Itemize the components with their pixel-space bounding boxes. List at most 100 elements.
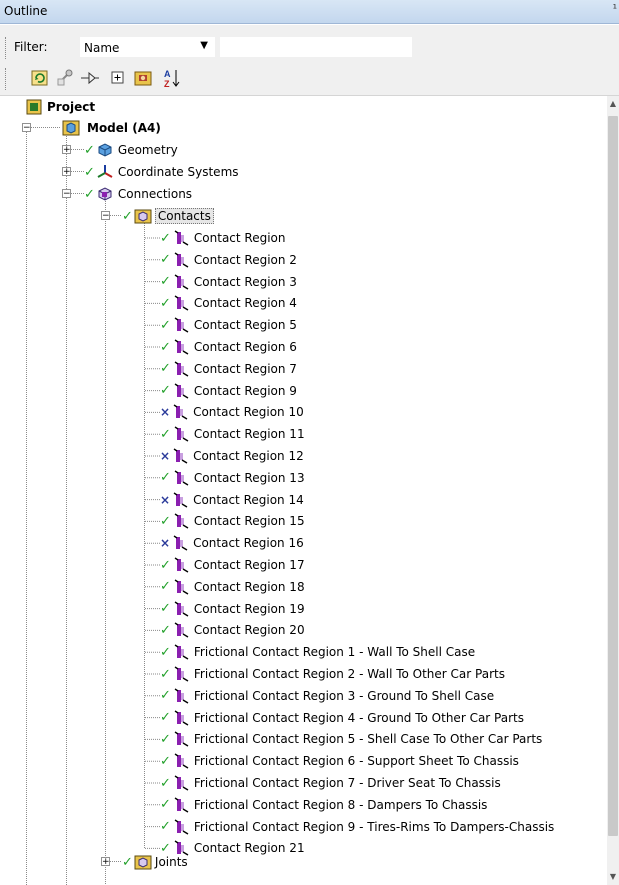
contact-region-item[interactable]: ✓ Contact Region 18 <box>160 576 305 598</box>
contact-region-item[interactable]: ✓ Contact Region <box>160 227 286 249</box>
contact-region-item[interactable]: ✓ Frictional Contact Region 7 - Driver Se… <box>160 772 501 794</box>
tree-node-project[interactable]: Project <box>26 96 95 118</box>
contact-region-icon <box>174 513 189 529</box>
suppressed-x-icon: × <box>160 492 171 507</box>
scroll-up-arrow-icon[interactable]: ▲ <box>607 96 619 112</box>
contact-region-item[interactable]: ✓ Frictional Contact Region 2 - Wall To O… <box>160 663 505 685</box>
ok-check-icon: ✓ <box>160 513 171 529</box>
contact-region-label: Frictional Contact Region 4 - Ground To … <box>193 710 524 725</box>
vertical-scrollbar[interactable]: ▲ ▼ <box>607 96 619 885</box>
connections-label: Connections <box>117 187 193 201</box>
expand-all-button[interactable] <box>108 68 128 88</box>
contact-region-item[interactable]: ✓ Contact Region 17 <box>160 554 305 576</box>
suppressed-x-icon: × <box>160 449 171 463</box>
contact-region-item[interactable]: ✓ Contact Region 11 <box>160 423 305 445</box>
contact-region-item[interactable]: × Contact Region 16 <box>160 532 304 554</box>
contact-region-item[interactable]: ✓ Contact Region 19 <box>160 598 305 620</box>
svg-text:A: A <box>164 69 171 79</box>
ok-check-icon: ✓ <box>160 775 171 791</box>
contact-region-label: Frictional Contact Region 1 - Wall To Sh… <box>193 645 476 660</box>
contact-region-label: Contact Region 7 <box>193 361 297 376</box>
contact-region-item[interactable]: ✓ Contact Region 5 <box>160 314 297 336</box>
contact-region-item[interactable]: ✓ Frictional Contact Region 8 - Dampers T… <box>160 794 487 816</box>
folder-button[interactable] <box>133 68 153 88</box>
contact-region-icon <box>174 753 189 769</box>
contact-region-item[interactable]: ✓ Frictional Contact Region 9 - Tires-Rim… <box>160 816 554 838</box>
contact-region-item[interactable]: ✓ Contact Region 20 <box>160 619 305 641</box>
contact-region-item[interactable]: ✓ Frictional Contact Region 4 - Ground To… <box>160 707 524 729</box>
ok-check-icon: ✓ <box>160 317 171 333</box>
tree-node-joints[interactable]: ✓ Joints <box>122 851 188 873</box>
ok-check-icon: ✓ <box>160 710 171 726</box>
geometry-expand-toggle[interactable]: + <box>62 145 71 155</box>
tree-node-geometry[interactable]: ✓ Geometry <box>84 139 178 161</box>
contact-region-icon <box>173 404 188 420</box>
contact-region-item[interactable]: ✓ Contact Region 3 <box>160 271 297 293</box>
contact-region-item[interactable]: ✓ Frictional Contact Region 1 - Wall To S… <box>160 641 475 663</box>
contact-region-item[interactable]: ✓ Frictional Contact Region 6 - Support S… <box>160 750 519 772</box>
contact-region-label: Contact Region 5 <box>193 318 297 333</box>
pin-icon[interactable]: ¹ <box>613 2 617 15</box>
contact-region-item[interactable]: ✓ Contact Region 2 <box>160 249 297 271</box>
scroll-down-arrow-icon[interactable]: ▼ <box>607 869 619 885</box>
move-button[interactable] <box>80 68 100 88</box>
contact-region-label: Contact Region 21 <box>193 841 305 856</box>
dropdown-arrow-icon[interactable]: ▼ <box>200 40 208 51</box>
contact-region-label: Contact Region 12 <box>193 449 304 463</box>
contact-region-icon <box>174 775 189 791</box>
contact-region-label: Contact Region 13 <box>193 470 305 485</box>
contact-region-label: Contact Region 18 <box>193 579 305 594</box>
contact-region-item[interactable]: ✓ Contact Region 9 <box>160 380 297 402</box>
contact-region-item[interactable]: ✓ Contact Region 7 <box>160 358 297 380</box>
ok-check-icon: ✓ <box>84 142 95 158</box>
contact-region-label: Contact Region <box>193 231 286 245</box>
contact-region-item[interactable]: ✓ Contact Region 6 <box>160 336 297 358</box>
filter-search-input[interactable] <box>220 37 412 57</box>
contact-region-label: Frictional Contact Region 6 - Support Sh… <box>193 754 519 769</box>
outline-tree[interactable]: Project − Model (A4) + ✓ Geometry + ✓ Co… <box>0 96 607 885</box>
coordinate-systems-expand-toggle[interactable]: + <box>62 167 71 177</box>
contacts-collapse-toggle[interactable]: − <box>101 211 110 221</box>
model-collapse-toggle[interactable]: − <box>22 123 31 133</box>
toolbar-grip[interactable] <box>5 37 8 59</box>
contact-region-icon <box>174 710 189 726</box>
coordinate-systems-label: Coordinate Systems <box>117 165 239 179</box>
connections-collapse-toggle[interactable]: − <box>62 189 71 199</box>
contact-region-label: Contact Region 4 <box>193 296 297 311</box>
ok-check-icon: ✓ <box>84 186 95 202</box>
contact-region-icon <box>174 383 189 399</box>
contact-region-item[interactable]: × Contact Region 14 <box>160 489 304 511</box>
contact-region-item[interactable]: × Contact Region 12 <box>160 445 304 467</box>
ok-check-icon: ✓ <box>160 274 171 290</box>
tree-node-connections[interactable]: ✓ Connections <box>84 183 192 205</box>
ok-check-icon: ✓ <box>122 208 133 224</box>
contact-region-label: Contact Region 3 <box>193 274 297 289</box>
refresh-button[interactable] <box>30 68 50 88</box>
contact-region-item[interactable]: ✓ Frictional Contact Region 5 - Shell Cas… <box>160 728 542 750</box>
contact-region-label: Contact Region 15 <box>193 514 305 529</box>
toolbar-grip[interactable] <box>5 68 8 90</box>
tree-node-model[interactable]: Model (A4) <box>62 117 161 139</box>
contact-region-item[interactable]: ✓ Contact Region 15 <box>160 510 305 532</box>
contact-region-item[interactable]: × Contact Region 10 <box>160 401 304 423</box>
contact-region-item[interactable]: ✓ Contact Region 13 <box>160 467 305 489</box>
scrollbar-thumb[interactable] <box>608 116 618 836</box>
contact-region-item[interactable]: ✓ Contact Region 4 <box>160 292 297 314</box>
tree-node-contacts[interactable]: ✓ Contacts <box>122 205 214 227</box>
ok-check-icon: ✓ <box>160 252 171 268</box>
sort-az-button[interactable]: A Z <box>162 68 182 88</box>
joints-expand-toggle[interactable]: + <box>101 857 110 867</box>
suppressed-x-icon: × <box>160 536 171 551</box>
tree-node-coordinate-systems[interactable]: ✓ Coordinate Systems <box>84 161 239 183</box>
contact-region-item[interactable]: ✓ Frictional Contact Region 3 - Ground To… <box>160 685 494 707</box>
graphics-button[interactable] <box>55 68 75 88</box>
ok-check-icon: ✓ <box>160 383 171 399</box>
filter-dropdown[interactable]: Name ▼ <box>80 37 215 57</box>
project-label: Project <box>47 100 96 114</box>
contact-region-label: Contact Region 14 <box>193 492 304 507</box>
contact-region-icon <box>174 361 189 377</box>
contact-region-label: Frictional Contact Region 7 - Driver Sea… <box>193 776 501 790</box>
outline-toolbar: A Z <box>0 62 619 96</box>
contact-region-icon <box>174 252 189 268</box>
panel-title: Outline <box>4 4 48 18</box>
